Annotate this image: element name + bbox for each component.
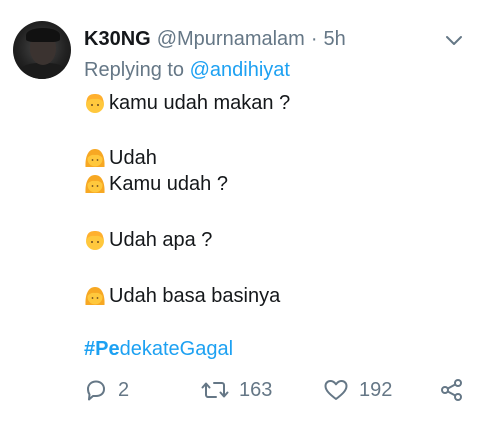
girl-emoji-icon — [84, 285, 106, 307]
timestamp[interactable]: 5h — [324, 28, 346, 51]
tweet-card[interactable]: K30NG @Mpurnamalam · 5h Replying to @and… — [0, 0, 480, 421]
reply-count: 2 — [118, 378, 130, 401]
share-icon — [440, 378, 464, 402]
chevron-down-icon[interactable] — [444, 30, 464, 50]
display-name[interactable]: K30NG — [84, 28, 151, 51]
replying-prefix: Replying to — [84, 59, 185, 81]
retweet-icon — [201, 378, 229, 402]
boy-emoji-icon — [84, 229, 106, 251]
line-text: Udah — [109, 146, 157, 169]
like-icon — [323, 378, 349, 402]
tweet-line: Udah — [84, 145, 157, 171]
line-text: kamu udah makan ? — [109, 91, 291, 114]
line-text: Kamu udah ? — [109, 172, 228, 195]
girl-emoji-icon — [84, 147, 106, 169]
line-text: Udah apa ? — [109, 228, 213, 251]
hashtag-bold-part: #Pe — [84, 338, 120, 360]
tweet-line: kamu udah makan ? — [84, 90, 290, 116]
like-count: 192 — [359, 378, 393, 401]
hashtag-rest-part: dekateGagal — [119, 338, 234, 360]
line-text: Udah basa basinya — [109, 284, 281, 307]
tweet-line: Udah basa basinya — [84, 283, 280, 309]
tweet-line: Kamu udah ? — [84, 171, 228, 197]
tweet-line: Udah apa ? — [84, 227, 212, 253]
user-handle[interactable]: @Mpurnamalam — [157, 28, 305, 51]
reply-icon — [84, 378, 108, 402]
action-bar: 2 163 192 — [0, 372, 480, 408]
girl-emoji-icon — [84, 173, 106, 195]
share-button[interactable] — [440, 372, 464, 408]
retweet-button[interactable]: 163 — [201, 372, 272, 408]
separator-dot: · — [310, 27, 318, 50]
mention-link[interactable]: @andihiyat — [190, 59, 290, 81]
retweet-count: 163 — [239, 378, 273, 401]
tweet-header: K30NG @Mpurnamalam · 5h — [84, 26, 346, 52]
avatar[interactable] — [13, 21, 71, 79]
like-button[interactable]: 192 — [323, 372, 392, 408]
reply-button[interactable]: 2 — [84, 372, 129, 408]
hashtag-link[interactable]: #PedekateGagal — [84, 338, 233, 361]
replying-to: Replying to @andihiyat — [84, 59, 290, 82]
boy-emoji-icon — [84, 92, 106, 114]
